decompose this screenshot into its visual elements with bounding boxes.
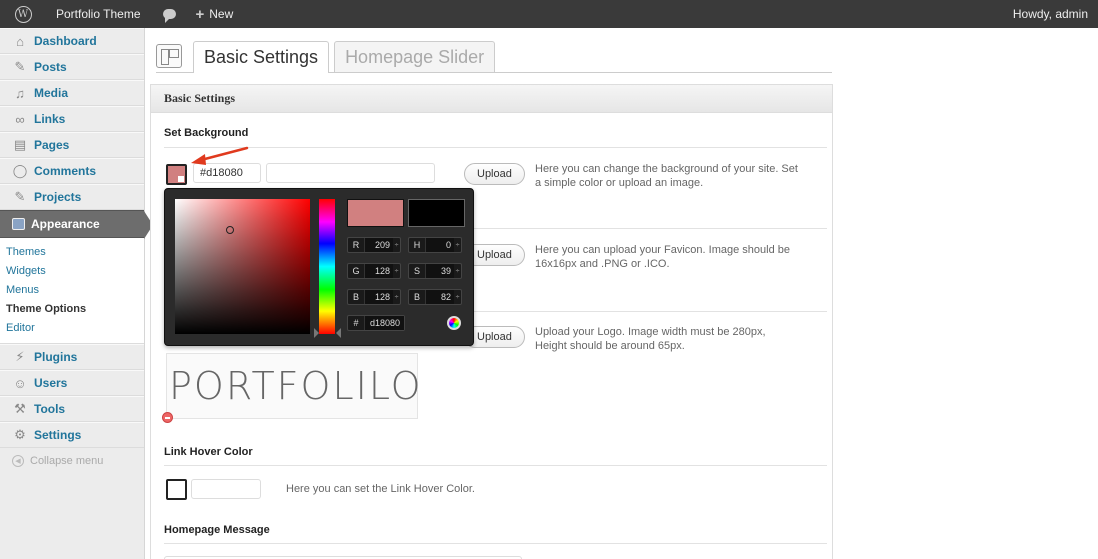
favicon-description: Here you can upload your Favicon. Image … [535, 244, 790, 270]
brightness-field[interactable]: B 82 ÷ [408, 289, 462, 305]
background-description: Here you can change the background of yo… [535, 163, 798, 189]
spin-icon: ÷ [455, 241, 460, 249]
pin-icon: ✎ [14, 59, 26, 74]
sidebar-item-comments[interactable]: ◯ Comments [0, 158, 144, 184]
submenu-item-themes[interactable]: Themes [0, 244, 144, 263]
sidebar-item-dashboard[interactable]: ⌂ Dashboard [0, 28, 144, 54]
settings-icon: ⚙ [14, 427, 26, 442]
red-field[interactable]: R 209 ÷ [347, 237, 401, 253]
color-wheel-icon[interactable] [447, 316, 461, 330]
options-tabs: Basic Settings Homepage Slider [156, 40, 832, 73]
submenu-item-widgets[interactable]: Widgets [0, 263, 144, 282]
homepage-message-title: Homepage Message [164, 524, 270, 536]
new-content-link[interactable]: + New [196, 6, 234, 23]
link-hover-description: Here you can set the Link Hover Color. [286, 483, 475, 495]
theme-options-icon [156, 44, 182, 68]
background-upload-button[interactable]: Upload [464, 163, 525, 185]
color-picker-popup: R 209 ÷ H 0 ÷ G 128 ÷ S 39 ÷ B 128 ÷ B 82 ÷ # d18080 [164, 188, 474, 346]
annotation-arrow-icon [191, 146, 249, 165]
background-image-input[interactable] [266, 163, 435, 183]
users-icon: ☺ [13, 375, 27, 391]
submenu-item-theme-options[interactable]: Theme Options [0, 301, 144, 320]
color-handle[interactable] [226, 226, 234, 234]
hue-field[interactable]: H 0 ÷ [408, 237, 462, 253]
saturation-brightness-area[interactable] [175, 199, 310, 334]
green-field[interactable]: G 128 ÷ [347, 263, 401, 279]
appearance-submenu: Themes Widgets Menus Theme Options Edito… [0, 238, 144, 344]
sidebar-item-projects[interactable]: ✎ Projects [0, 184, 144, 210]
tab-basic-settings[interactable]: Basic Settings [193, 41, 330, 73]
sidebar-item-settings[interactable]: ⚙ Settings [0, 422, 144, 448]
comments-icon[interactable] [162, 9, 176, 23]
new-color-preview [347, 199, 404, 227]
sidebar-item-links[interactable]: ∞ Links [0, 106, 144, 132]
admin-bar: W Portfolio Theme + New Howdy, admin [0, 0, 1098, 28]
spin-icon: ÷ [394, 293, 399, 301]
spin-icon: ÷ [455, 267, 460, 275]
sidebar-item-users[interactable]: ☺ Users [0, 370, 144, 396]
wordpress-logo-icon[interactable]: W [10, 0, 36, 28]
admin-sidebar: ⌂ Dashboard ✎ Posts ♫ Media ∞ Links ▤ Pages ◯… [0, 28, 153, 559]
link-icon: ∞ [15, 111, 25, 127]
spin-icon: ÷ [394, 241, 399, 249]
sidebar-item-appearance[interactable]: Appearance [0, 210, 153, 239]
remove-logo-icon[interactable] [162, 412, 173, 423]
hue-slider[interactable] [319, 199, 335, 334]
collapse-menu-button[interactable]: ◀ Collapse menu [0, 448, 144, 474]
plus-icon: + [195, 5, 205, 23]
panel-title: Basic Settings [151, 85, 832, 113]
saturation-field[interactable]: S 39 ÷ [408, 263, 462, 279]
hex-field[interactable]: # d18080 [347, 315, 405, 331]
media-icon: ♫ [15, 85, 25, 101]
sidebar-item-posts[interactable]: ✎ Posts [0, 54, 144, 80]
tools-icon: ⚒ [14, 401, 26, 416]
appearance-icon [12, 218, 25, 230]
link-hover-title: Link Hover Color [164, 446, 253, 458]
site-name-link[interactable]: Portfolio Theme [56, 7, 141, 21]
submenu-item-menus[interactable]: Menus [0, 282, 144, 301]
tab-homepage-slider[interactable]: Homepage Slider [334, 41, 496, 72]
divider [164, 543, 827, 544]
pages-icon: ▤ [13, 137, 27, 152]
logo-description: Upload your Logo. Image width must be 28… [535, 326, 766, 352]
dashboard-icon: ⌂ [16, 33, 24, 49]
link-hover-color-input[interactable] [191, 479, 261, 499]
link-hover-color-swatch[interactable] [166, 479, 187, 500]
plugin-icon: ⚡ [15, 349, 25, 364]
logo-preview: PORTFOLILO [166, 353, 421, 419]
background-color-swatch[interactable] [166, 164, 187, 185]
submenu-item-editor[interactable]: Editor [0, 320, 144, 339]
set-background-title: Set Background [164, 127, 249, 139]
collapse-arrow-icon: ◀ [12, 455, 24, 467]
sidebar-item-plugins[interactable]: ⚡ Plugins [0, 344, 144, 370]
sidebar-item-media[interactable]: ♫ Media [0, 80, 144, 106]
current-color-preview[interactable] [408, 199, 465, 227]
spin-icon: ÷ [455, 293, 460, 301]
blue-field[interactable]: B 128 ÷ [347, 289, 401, 305]
divider [164, 147, 827, 148]
sidebar-item-pages[interactable]: ▤ Pages [0, 132, 144, 158]
hue-pointer-right-icon[interactable] [336, 328, 341, 338]
hue-pointer-left-icon[interactable] [314, 328, 319, 338]
account-menu[interactable]: Howdy, admin [1013, 7, 1088, 21]
comment-icon: ◯ [12, 163, 28, 178]
settings-panel: Basic Settings Set Background #d18080 Up… [150, 84, 833, 559]
pin-icon: ✎ [14, 189, 26, 204]
sidebar-item-tools[interactable]: ⚒ Tools [0, 396, 144, 422]
logo-text: PORTFOLILO [169, 364, 423, 408]
divider [164, 465, 827, 466]
spin-icon: ÷ [394, 267, 399, 275]
